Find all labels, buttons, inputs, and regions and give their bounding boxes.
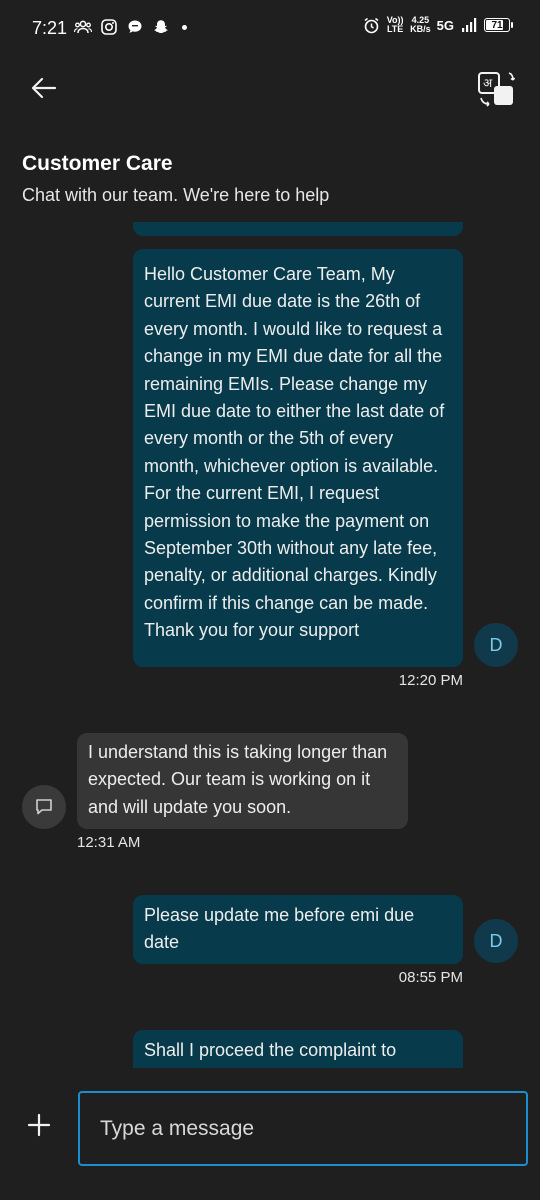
snapchat-icon (152, 18, 170, 36)
chat-bubble-icon (126, 18, 144, 36)
system-icons: Vo)) LTE 4.25 KB/s 5G 71 (362, 15, 513, 34)
message-bubble-outgoing[interactable]: Please update me before emi due date (133, 895, 463, 964)
instagram-icon (100, 18, 118, 36)
message-text: I understand this is taking longer than … (88, 742, 388, 817)
battery-level: 71 (491, 19, 503, 31)
message-text: Hello Customer Care Team, My current EMI… (144, 264, 445, 641)
alarm-icon (362, 16, 380, 34)
user-avatar: D (474, 623, 518, 667)
battery-icon: 71 (484, 18, 513, 32)
translate-icon: अ (478, 72, 516, 107)
svg-text:अ: अ (483, 76, 493, 90)
message-bubble-outgoing[interactable]: Shall I proceed the complaint to (133, 1030, 463, 1068)
previous-message-edge (133, 222, 463, 236)
message-time: 08:55 PM (398, 969, 463, 986)
add-attachment-button[interactable] (22, 1108, 56, 1142)
message-time: 12:31 AM (77, 834, 141, 851)
agent-avatar (22, 785, 66, 829)
message-text: Shall I proceed the complaint to (144, 1040, 397, 1060)
back-arrow-icon (31, 77, 57, 99)
chat-icon (36, 799, 52, 815)
group-icon (74, 18, 92, 36)
back-button[interactable] (26, 70, 62, 106)
message-text: Please update me before emi due date (144, 905, 415, 953)
network-label: Vo)) LTE (386, 15, 404, 34)
chat-messages[interactable]: Hello Customer Care Team, My current EMI… (0, 222, 540, 1068)
message-time: 12:20 PM (398, 672, 463, 689)
dot-icon (182, 24, 187, 30)
plus-icon (27, 1113, 51, 1137)
notification-icons (74, 18, 187, 36)
page-subtitle: Chat with our team. We're here to help (22, 185, 330, 205)
translate-button[interactable]: अ (476, 70, 516, 108)
message-bubble-outgoing[interactable]: Hello Customer Care Team, My current EMI… (133, 249, 463, 667)
composer-bar (0, 1068, 540, 1200)
page-title: Customer Care (22, 152, 173, 175)
speed-readout: 4.25 KB/s (410, 16, 431, 34)
message-input[interactable] (78, 1091, 528, 1166)
message-bubble-incoming[interactable]: I understand this is taking longer than … (77, 733, 408, 829)
speed-unit: KB/s (410, 24, 431, 34)
signal-icon (460, 16, 478, 34)
network-type: 5G (436, 17, 454, 33)
status-bar: 7:21 Vo)) LTE 4.25 KB/s 5G 71 (0, 0, 540, 58)
status-time: 7:21 (32, 18, 68, 38)
user-avatar: D (474, 919, 518, 963)
